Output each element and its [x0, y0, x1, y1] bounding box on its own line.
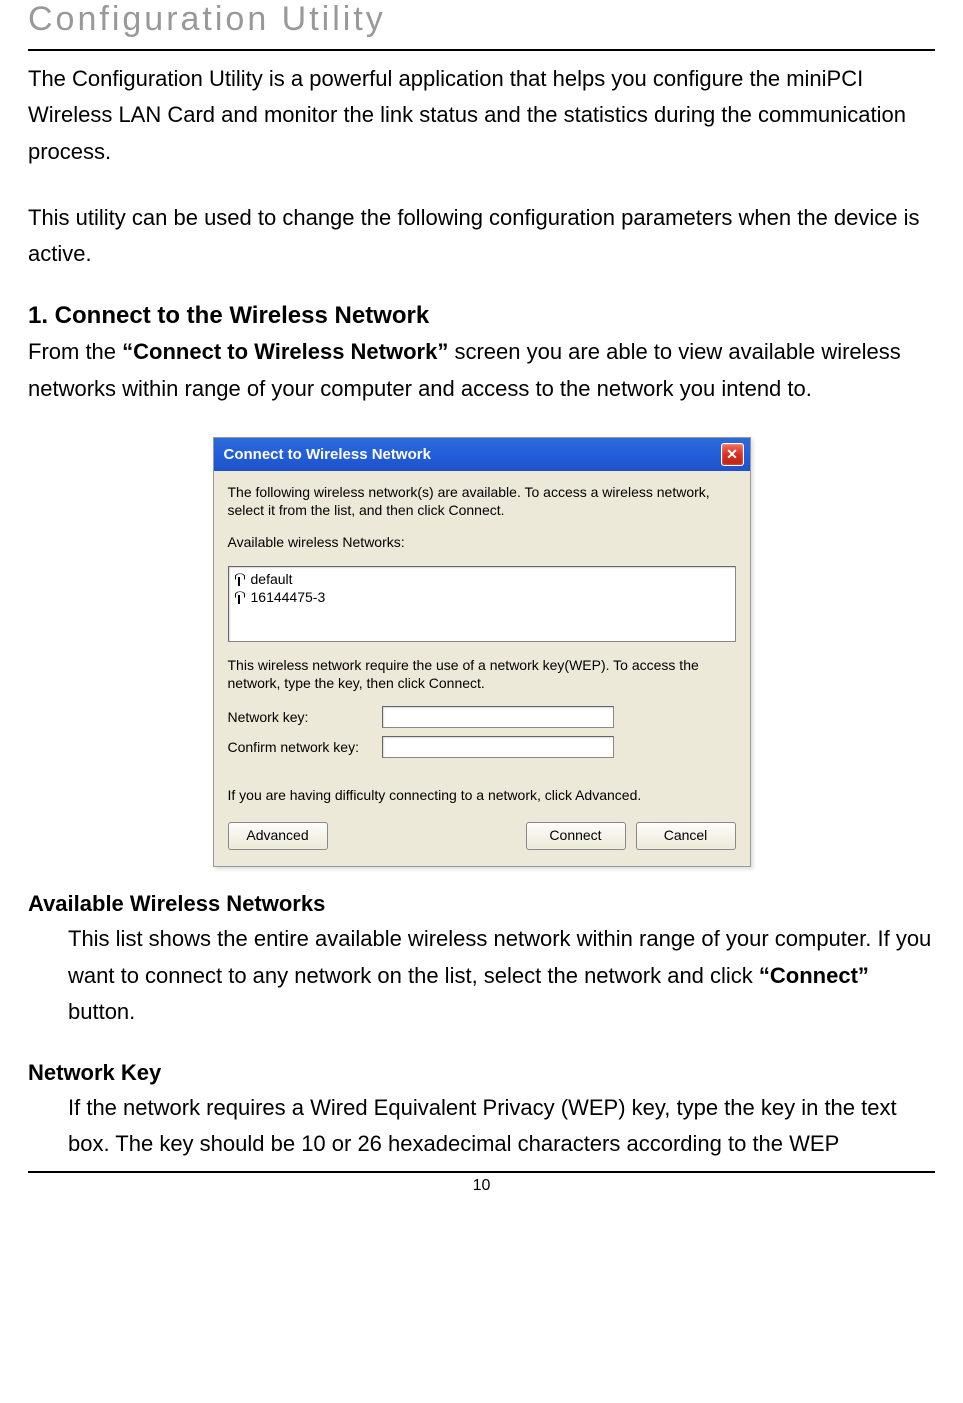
confirm-key-input[interactable]: [382, 736, 614, 758]
connect-dialog: Connect to Wireless Network ✕ The follow…: [213, 437, 751, 867]
section-1-title: 1. Connect to the Wireless Network: [28, 302, 935, 330]
connect-button[interactable]: Connect: [526, 822, 626, 850]
title-divider: [28, 49, 935, 51]
page-title: Configuration Utility: [28, 0, 935, 39]
available-networks-label: Available wireless Networks:: [228, 533, 736, 551]
difficulty-text: If you are having difficulty connecting …: [228, 786, 736, 804]
section-1-pre: From the: [28, 339, 122, 364]
page-number: 10: [28, 1177, 935, 1207]
antenna-icon: [233, 572, 245, 586]
networks-listbox[interactable]: default 16144475-3: [228, 566, 736, 642]
dialog-title-text: Connect to Wireless Network: [224, 446, 431, 463]
wep-text: This wireless network require the use of…: [228, 656, 736, 692]
intro-paragraph-2: This utility can be used to change the f…: [28, 200, 935, 273]
network-key-label: Network key:: [228, 709, 382, 725]
dialog-screenshot: Connect to Wireless Network ✕ The follow…: [28, 437, 935, 867]
dialog-intro-text: The following wireless network(s) are av…: [228, 483, 736, 519]
list-item[interactable]: default: [233, 570, 731, 588]
section-1-text: From the “Connect to Wireless Network” s…: [28, 334, 935, 407]
sub1-post: button.: [68, 999, 135, 1024]
dialog-titlebar: Connect to Wireless Network ✕: [214, 438, 750, 471]
confirm-key-label: Confirm network key:: [228, 739, 382, 755]
network-key-subsection-text: If the network requires a Wired Equivale…: [68, 1090, 935, 1163]
network-name: default: [251, 571, 293, 587]
antenna-icon: [233, 590, 245, 604]
available-subsection-title: Available Wireless Networks: [28, 891, 935, 917]
intro-paragraph-1: The Configuration Utility is a powerful …: [28, 61, 935, 170]
close-icon: ✕: [726, 446, 738, 463]
section-1-bold: “Connect to Wireless Network”: [122, 339, 448, 364]
network-name: 16144475-3: [251, 589, 326, 605]
sub1-bold: “Connect”: [759, 963, 869, 988]
network-key-subsection-title: Network Key: [28, 1060, 935, 1086]
cancel-button[interactable]: Cancel: [636, 822, 736, 850]
advanced-button[interactable]: Advanced: [228, 822, 328, 850]
list-item[interactable]: 16144475-3: [233, 588, 731, 606]
available-subsection-text: This list shows the entire available wir…: [68, 921, 935, 1030]
close-button[interactable]: ✕: [721, 443, 744, 466]
network-key-input[interactable]: [382, 706, 614, 728]
footer-divider: [28, 1171, 935, 1173]
